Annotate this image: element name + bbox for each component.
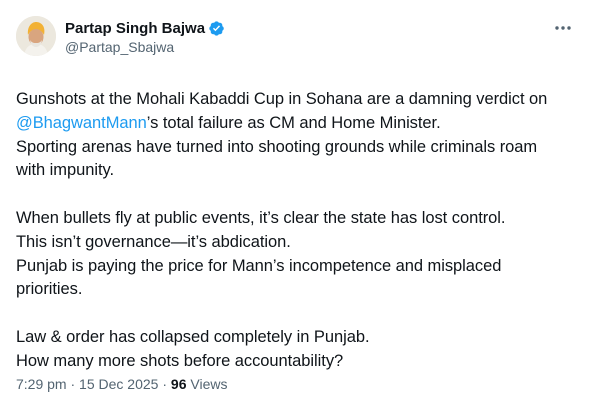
tweet-line: How many more shots before accountabilit… xyxy=(16,351,344,370)
author-identity: Partap Singh Bajwa @Partap_Sbajwa xyxy=(65,14,225,57)
views-count: 96 xyxy=(170,376,187,392)
verified-badge-icon[interactable] xyxy=(208,20,225,37)
name-row: Partap Singh Bajwa xyxy=(65,19,225,38)
tweet-line: Punjab is paying the price for Mann’s in… xyxy=(16,256,502,275)
tweet-line: Gunshots at the Mohali Kabaddi Cup in So… xyxy=(16,90,548,108)
tweet-text: Gunshots at the Mohali Kabaddi Cup in So… xyxy=(16,88,575,374)
tweet-card: Partap Singh Bajwa @Partap_Sbajwa Gunsho… xyxy=(0,0,591,405)
mention-link[interactable]: @BhagwantMann xyxy=(16,114,147,132)
tweet-line: Law & order has collapsed completely in … xyxy=(16,327,370,346)
more-options-button[interactable] xyxy=(551,18,575,38)
avatar-image xyxy=(16,16,56,56)
tweet-line: When bullets fly at public events, it’s … xyxy=(16,208,506,227)
more-horizontal-icon xyxy=(555,26,571,30)
tweet-line: @BhagwantMann’s total failure as CM and … xyxy=(16,112,575,136)
tweet-header: Partap Singh Bajwa @Partap_Sbajwa xyxy=(16,14,575,62)
tweet-line: with impunity. xyxy=(16,161,115,180)
author-handle[interactable]: @Partap_Sbajwa xyxy=(65,38,225,57)
meta-separator: · xyxy=(162,376,168,392)
tweet-date[interactable]: 15 Dec 2025 xyxy=(79,376,158,392)
views-label: Views xyxy=(190,376,228,392)
tweet-meta: 7:29 pm · 15 Dec 2025 · 96 Views xyxy=(16,374,227,394)
tweet-line: Sporting arenas have turned into shootin… xyxy=(16,137,538,156)
avatar[interactable] xyxy=(16,16,56,56)
tweet-line-rest: ’s total failure as CM and Home Minister… xyxy=(146,113,441,132)
author-name[interactable]: Partap Singh Bajwa xyxy=(65,19,205,38)
meta-separator: · xyxy=(70,376,76,392)
tweet-line: This isn’t governance—it’s abdication. xyxy=(16,232,291,251)
tweet-line: priorities. xyxy=(16,280,83,299)
tweet-time[interactable]: 7:29 pm xyxy=(16,376,67,392)
